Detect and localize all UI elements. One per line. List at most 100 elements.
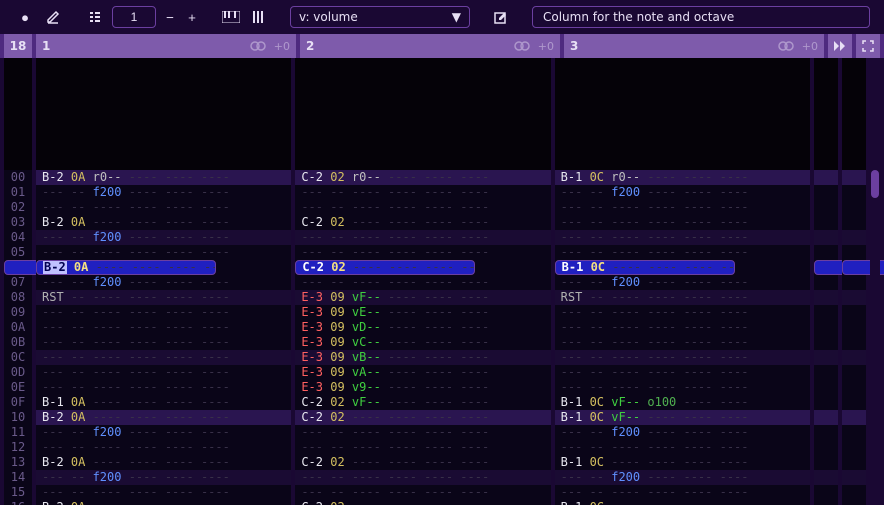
pattern-row[interactable]: --- -- f200 ---- ---- ---- — [36, 275, 291, 290]
pattern-row[interactable]: --- -- ---- ---- ---- ---- — [555, 245, 810, 260]
track-add[interactable]: +0 — [274, 40, 290, 53]
pattern-row[interactable]: C-2 02 vF-- ---- ---- ---- — [295, 395, 550, 410]
pattern-row[interactable]: E-3 09 vC-- ---- ---- ---- — [295, 335, 550, 350]
pattern-row[interactable]: --- -- f200 ---- ---- ---- — [36, 470, 291, 485]
track-add[interactable]: +0 — [538, 40, 554, 53]
loop-icon[interactable] — [778, 40, 794, 52]
pattern-row[interactable]: --- -- ---- ---- ---- ---- — [295, 230, 550, 245]
pattern-row[interactable]: E-3 09 vD-- ---- ---- ---- — [295, 320, 550, 335]
pattern-row[interactable]: RST -- ---- ---- ---- ---- — [555, 290, 810, 305]
pattern-row[interactable]: --- -- ---- ---- ---- ---- — [555, 305, 810, 320]
scroll-thumb[interactable] — [871, 170, 879, 198]
pattern-row[interactable]: --- -- ---- ---- ---- ---- — [295, 470, 550, 485]
pattern-row[interactable]: C-2 02 ---- ---- ---- ---- — [295, 455, 550, 470]
pattern-row[interactable]: E-3 09 vE-- ---- ---- ---- — [295, 305, 550, 320]
pattern-row[interactable]: --- -- f200 ---- ---- ---- — [555, 470, 810, 485]
pattern-row[interactable]: --- -- ---- ---- ---- ---- — [555, 230, 810, 245]
pattern-row[interactable]: --- -- ---- ---- ---- ---- — [555, 485, 810, 500]
pattern-row[interactable]: --- -- ---- ---- ---- ---- — [36, 245, 291, 260]
pattern-row[interactable]: E-3 09 vF-- ---- ---- ---- — [295, 290, 550, 305]
pattern-row[interactable]: E-3 09 v9-- ---- ---- ---- — [295, 380, 550, 395]
track-header-2[interactable]: 2 +0 — [300, 34, 560, 58]
track-header-1[interactable]: 1 +0 — [36, 34, 296, 58]
scrollbar[interactable] — [870, 58, 880, 505]
pattern-row[interactable]: C-2 02 r0-- ---- ---- ---- — [295, 170, 550, 185]
pattern-row[interactable]: --- -- ---- ---- ---- ---- — [555, 380, 810, 395]
row-number: 03 — [4, 215, 32, 230]
loop-icon[interactable] — [250, 40, 266, 52]
pattern-row[interactable]: --- -- ---- ---- ---- ---- — [295, 440, 550, 455]
pattern-row[interactable]: B-2 0A ---- ---- ---- ---- — [36, 455, 291, 470]
forward-button[interactable] — [828, 34, 852, 58]
pattern-row[interactable]: --- -- f200 ---- ---- ---- — [555, 425, 810, 440]
pattern-row[interactable]: B-2 0A r0-- ---- ---- ---- — [36, 170, 291, 185]
pattern-row[interactable]: --- -- ---- ---- ---- ---- — [295, 245, 550, 260]
pattern-row[interactable]: --- -- ---- ---- ---- ---- — [295, 200, 550, 215]
pattern-row[interactable]: --- -- ---- ---- ---- ---- — [295, 485, 550, 500]
column-select[interactable]: v: volume ▼ — [290, 6, 470, 28]
pattern-row[interactable]: B-2 0A ---- ---- ---- ---- — [36, 500, 291, 505]
pattern-editor[interactable]: 000102030405060708090A0B0C0D0E0F10111213… — [0, 58, 884, 505]
pattern-row[interactable]: --- -- ---- ---- ---- ---- — [36, 200, 291, 215]
pattern-row[interactable]: --- -- ---- ---- ---- ---- — [555, 365, 810, 380]
track-header-3[interactable]: 3 +0 — [564, 34, 824, 58]
pattern-row[interactable]: --- -- ---- ---- ---- ---- — [36, 440, 291, 455]
pattern-row[interactable]: --- -- ---- ---- ---- ---- — [36, 485, 291, 500]
track-column-3[interactable]: B-1 0C r0-- ---- ---- ------- -- f200 --… — [555, 58, 810, 505]
pattern-number[interactable]: 18 — [4, 34, 32, 58]
pattern-row[interactable]: --- -- ---- ---- ---- ---- — [555, 200, 810, 215]
pattern-row[interactable]: --- -- ---- ---- ---- ---- — [295, 185, 550, 200]
pattern-row[interactable]: --- -- f200 ---- ---- ---- — [36, 230, 291, 245]
pattern-row[interactable]: B-1 0C vF-- o100 ---- ---- — [555, 395, 810, 410]
step-input[interactable] — [112, 6, 156, 28]
pattern-row[interactable]: B-1 0A ---- ---- ---- ---- — [36, 395, 291, 410]
record-button[interactable]: ● — [14, 6, 36, 28]
loop-icon[interactable] — [514, 40, 530, 52]
row-number: 08 — [4, 290, 32, 305]
bars-icon[interactable] — [248, 6, 270, 28]
step-plus-button[interactable]: + — [184, 6, 200, 28]
pattern-row[interactable]: --- -- ---- ---- ---- ---- — [36, 305, 291, 320]
edit-step-icon[interactable] — [84, 6, 106, 28]
pattern-row[interactable]: --- -- ---- ---- ---- ---- — [555, 335, 810, 350]
track-add[interactable]: +0 — [802, 40, 818, 53]
pattern-row[interactable]: --- -- ---- ---- ---- ---- — [36, 335, 291, 350]
pattern-row[interactable]: --- -- f200 ---- ---- ---- — [36, 185, 291, 200]
pattern-row[interactable]: C-2 02 ---- ---- ---- ---- — [295, 215, 550, 230]
step-minus-button[interactable]: − — [162, 6, 178, 28]
pattern-row[interactable]: B-2 0A ---- ---- ---- ---- — [36, 215, 291, 230]
pattern-row[interactable]: B-1 0C vF-- ---- ---- ---- — [555, 410, 810, 425]
pattern-row[interactable]: --- -- ---- ---- ---- ---- — [555, 320, 810, 335]
pattern-row[interactable]: B-2 0A ---- ---- ---- ---- — [36, 260, 216, 275]
pattern-row[interactable]: E-3 09 vB-- ---- ---- ---- — [295, 350, 550, 365]
pattern-row[interactable]: C-2 02 ---- ---- ---- ---- — [295, 260, 475, 275]
pattern-row[interactable]: --- -- ---- ---- ---- ---- — [36, 380, 291, 395]
pattern-row[interactable]: C-2 02 ---- ---- ---- ---- — [295, 410, 550, 425]
pattern-row[interactable]: B-1 0C r0-- ---- ---- ---- — [555, 170, 810, 185]
pattern-row[interactable]: B-1 0C ---- ---- ---- ---- — [555, 260, 735, 275]
edit-icon[interactable] — [42, 6, 64, 28]
pattern-row[interactable]: --- -- ---- ---- ---- ---- — [295, 275, 550, 290]
pattern-row[interactable]: B-1 0C ---- ---- ---- ---- — [555, 455, 810, 470]
pattern-row[interactable]: B-1 0C ---- ---- ---- ---- — [555, 500, 810, 505]
pattern-row[interactable]: E-3 09 vA-- ---- ---- ---- — [295, 365, 550, 380]
pattern-row[interactable]: --- -- f200 ---- ---- ---- — [555, 275, 810, 290]
pattern-row[interactable]: RST -- ---- ---- ---- ---- — [36, 290, 291, 305]
track-number: 2 — [306, 39, 320, 53]
track-column-2[interactable]: C-2 02 r0-- ---- ---- ------- -- ---- --… — [295, 58, 550, 505]
pattern-row[interactable]: --- -- f200 ---- ---- ---- — [555, 185, 810, 200]
compose-icon[interactable] — [490, 6, 512, 28]
keyboard-icon[interactable] — [220, 6, 242, 28]
fullscreen-button[interactable] — [856, 34, 880, 58]
track-column-1[interactable]: B-2 0A r0-- ---- ---- ------- -- f200 --… — [36, 58, 291, 505]
pattern-row[interactable]: --- -- ---- ---- ---- ---- — [555, 350, 810, 365]
pattern-row[interactable]: --- -- ---- ---- ---- ---- — [295, 425, 550, 440]
pattern-row[interactable]: --- -- ---- ---- ---- ---- — [36, 350, 291, 365]
pattern-row[interactable]: B-2 0A ---- ---- ---- ---- — [36, 410, 291, 425]
pattern-row[interactable]: --- -- f200 ---- ---- ---- — [36, 425, 291, 440]
pattern-row[interactable]: --- -- ---- ---- ---- ---- — [555, 440, 810, 455]
pattern-row[interactable]: --- -- ---- ---- ---- ---- — [36, 365, 291, 380]
pattern-row[interactable]: --- -- ---- ---- ---- ---- — [36, 320, 291, 335]
pattern-row[interactable]: C-2 02 ---- ---- ---- ---- — [295, 500, 550, 505]
pattern-row[interactable]: --- -- ---- ---- ---- ---- — [555, 215, 810, 230]
